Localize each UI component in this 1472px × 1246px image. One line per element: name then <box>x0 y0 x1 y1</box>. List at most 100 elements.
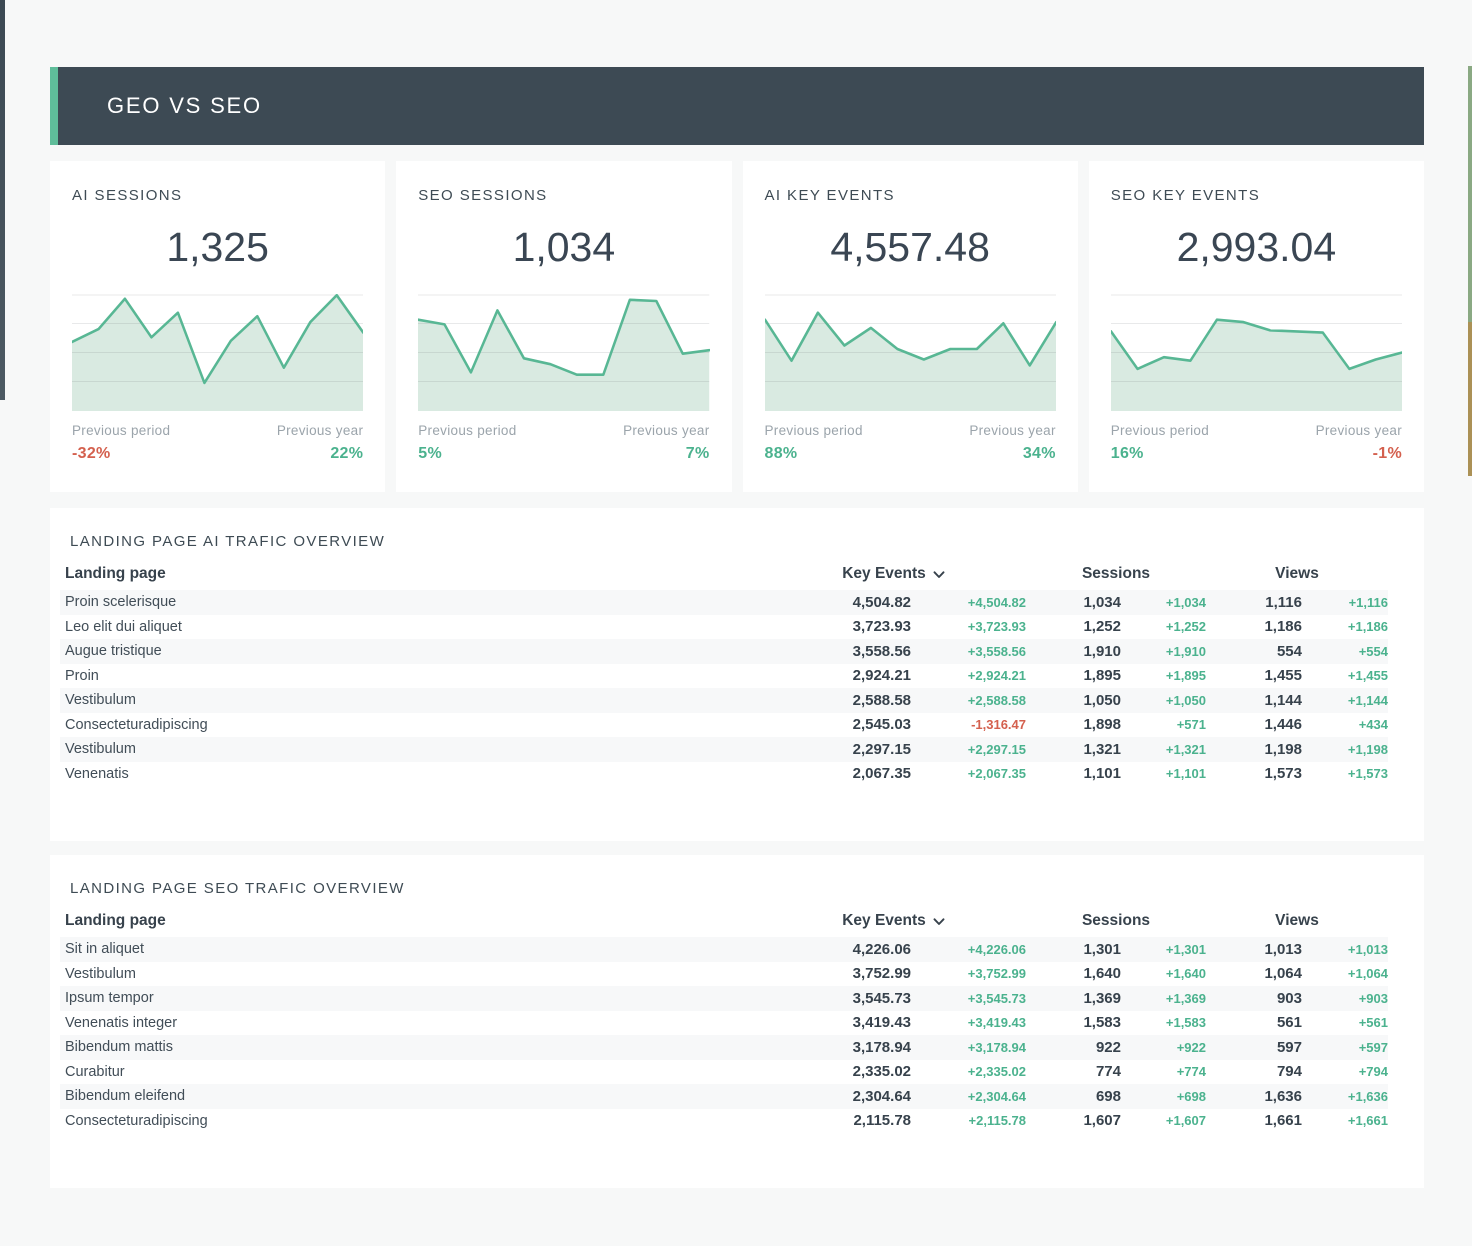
column-header-sessions[interactable]: Sessions <box>1026 565 1206 583</box>
key-events-delta: +2,588.58 <box>911 693 1026 708</box>
views-value: 1,198 <box>1206 741 1302 758</box>
sessions-value: 1,640 <box>1026 965 1121 982</box>
views-delta: +1,661 <box>1302 1113 1388 1128</box>
key-events-delta: +2,924.21 <box>911 668 1026 683</box>
sessions-delta: +1,034 <box>1121 595 1206 610</box>
views-delta: +597 <box>1302 1040 1388 1055</box>
previous-year-value: 34% <box>969 445 1055 463</box>
sessions-delta: +1,895 <box>1121 668 1206 683</box>
landing-page-name: Proin scelerisque <box>60 594 761 610</box>
landing-page-name: Bibendum eleifend <box>60 1088 761 1104</box>
key-events-value: 2,588.58 <box>761 692 911 709</box>
kpi-cards-section: AI SESSIONS 1,325 Previous period -32% P… <box>50 161 1424 492</box>
report-header: GEO VS SEO <box>50 67 1424 145</box>
table-body: Proin scelerisque 4,504.82 +4,504.82 1,0… <box>60 590 1388 786</box>
column-header-views[interactable]: Views <box>1206 565 1388 583</box>
views-delta: +1,013 <box>1302 942 1388 957</box>
previous-period-label: Previous period <box>765 423 863 438</box>
column-header-key-events[interactable]: Key Events <box>761 912 1026 930</box>
views-delta: +1,186 <box>1302 619 1388 634</box>
previous-period-block: Previous period 88% <box>765 423 863 463</box>
previous-period-block: Previous period -32% <box>72 423 170 463</box>
kpi-value: 1,325 <box>72 224 363 271</box>
column-header-key-events-label: Key Events <box>842 912 926 930</box>
views-value: 597 <box>1206 1039 1302 1056</box>
kpi-sparkline-chart <box>765 294 1056 411</box>
table-body: Sit in aliquet 4,226.06 +4,226.06 1,301 … <box>60 937 1388 1133</box>
report-page: GEO VS SEO AI SESSIONS 1,325 Previous pe… <box>0 0 1472 1188</box>
table-row: Vestibulum 3,752.99 +3,752.99 1,640 +1,6… <box>60 962 1388 987</box>
right-edge-strip-gold <box>1468 322 1472 476</box>
previous-year-value: -1% <box>1316 445 1402 463</box>
sessions-delta: +1,050 <box>1121 693 1206 708</box>
kpi-value: 4,557.48 <box>765 224 1056 271</box>
column-header-landing-page[interactable]: Landing page <box>60 912 761 930</box>
table-row: Venenatis 2,067.35 +2,067.35 1,101 +1,10… <box>60 762 1388 787</box>
kpi-comparisons: Previous period -32% Previous year 22% <box>72 423 363 463</box>
key-events-delta: +2,304.64 <box>911 1089 1026 1104</box>
sessions-delta: +1,583 <box>1121 1015 1206 1030</box>
sessions-value: 1,898 <box>1026 716 1121 733</box>
kpi-value: 1,034 <box>418 224 709 271</box>
kpi-title: AI SESSIONS <box>72 187 363 204</box>
header-accent-bar <box>50 67 58 145</box>
previous-period-value: 88% <box>765 445 863 463</box>
kpi-sparkline-chart <box>72 294 363 411</box>
kpi-sparkline-chart <box>418 294 709 411</box>
views-value: 1,573 <box>1206 765 1302 782</box>
kpi-comparisons: Previous period 5% Previous year 7% <box>418 423 709 463</box>
column-header-key-events[interactable]: Key Events <box>761 565 1026 583</box>
previous-period-label: Previous period <box>72 423 170 438</box>
key-events-delta: +4,226.06 <box>911 942 1026 957</box>
sessions-delta: +1,101 <box>1121 766 1206 781</box>
sessions-value: 698 <box>1026 1088 1121 1105</box>
kpi-card: AI SESSIONS 1,325 Previous period -32% P… <box>50 161 385 492</box>
header-bar: GEO VS SEO <box>58 67 1424 145</box>
views-value: 1,455 <box>1206 667 1302 684</box>
landing-page-name: Ipsum tempor <box>60 990 761 1006</box>
previous-year-label: Previous year <box>277 423 363 438</box>
previous-period-block: Previous period 16% <box>1111 423 1209 463</box>
column-header-views[interactable]: Views <box>1206 912 1388 930</box>
key-events-delta: +3,752.99 <box>911 966 1026 981</box>
key-events-value: 3,558.56 <box>761 643 911 660</box>
key-events-value: 4,504.82 <box>761 594 911 611</box>
views-value: 903 <box>1206 990 1302 1007</box>
table-row: Ipsum tempor 3,545.73 +3,545.73 1,369 +1… <box>60 986 1388 1011</box>
right-edge-strip-green <box>1468 66 1472 322</box>
landing-page-name: Curabitur <box>60 1064 761 1080</box>
previous-year-block: Previous year 34% <box>969 423 1055 463</box>
key-events-delta: +2,335.02 <box>911 1064 1026 1079</box>
sessions-delta: +774 <box>1121 1064 1206 1079</box>
table-title: LANDING PAGE AI TRAFIC OVERVIEW <box>60 533 1388 550</box>
column-header-key-events-label: Key Events <box>842 565 926 583</box>
column-header-sessions[interactable]: Sessions <box>1026 912 1206 930</box>
landing-page-name: Proin <box>60 668 761 684</box>
views-delta: +554 <box>1302 644 1388 659</box>
views-value: 554 <box>1206 643 1302 660</box>
table-row: Venenatis integer 3,419.43 +3,419.43 1,5… <box>60 1011 1388 1036</box>
key-events-value: 3,419.43 <box>761 1014 911 1031</box>
landing-page-name: Consecteturadipiscing <box>60 717 761 733</box>
sessions-value: 774 <box>1026 1063 1121 1080</box>
sessions-delta: +1,252 <box>1121 619 1206 634</box>
chevron-down-icon <box>933 918 945 926</box>
kpi-card: AI KEY EVENTS 4,557.48 Previous period 8… <box>743 161 1078 492</box>
views-delta: +1,116 <box>1302 595 1388 610</box>
views-delta: +1,455 <box>1302 668 1388 683</box>
landing-page-name: Leo elit dui aliquet <box>60 619 761 635</box>
sessions-value: 1,895 <box>1026 667 1121 684</box>
previous-year-label: Previous year <box>1316 423 1402 438</box>
key-events-delta: -1,316.47 <box>911 717 1026 732</box>
views-delta: +794 <box>1302 1064 1388 1079</box>
sessions-delta: +1,321 <box>1121 742 1206 757</box>
column-header-landing-page[interactable]: Landing page <box>60 565 761 583</box>
sessions-value: 1,910 <box>1026 643 1121 660</box>
key-events-delta: +2,067.35 <box>911 766 1026 781</box>
views-value: 561 <box>1206 1014 1302 1031</box>
kpi-value: 2,993.04 <box>1111 224 1402 271</box>
landing-page-name: Sit in aliquet <box>60 941 761 957</box>
views-value: 1,636 <box>1206 1088 1302 1105</box>
sessions-delta: +1,910 <box>1121 644 1206 659</box>
key-events-value: 2,545.03 <box>761 716 911 733</box>
